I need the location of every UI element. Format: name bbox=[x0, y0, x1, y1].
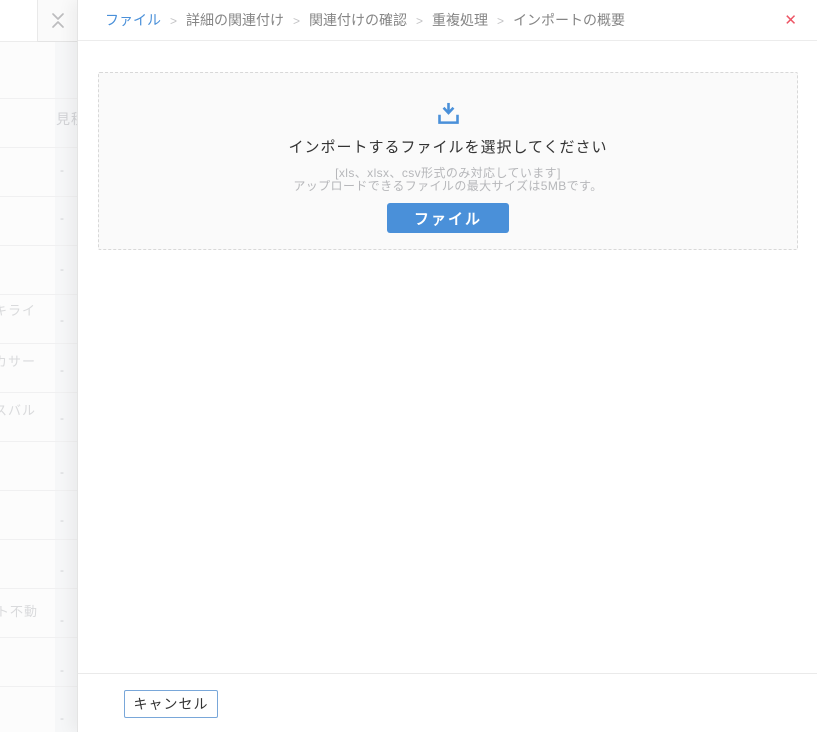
row-divider bbox=[0, 686, 77, 687]
breadcrumb-separator: > bbox=[293, 13, 301, 28]
cancel-button[interactable]: キャンセル bbox=[124, 690, 218, 718]
table-cell-dash: - bbox=[60, 711, 64, 725]
row-divider bbox=[0, 441, 77, 442]
table-cell-dash: - bbox=[60, 465, 64, 479]
collapse-vertical-icon bbox=[51, 13, 64, 28]
breadcrumb-separator: > bbox=[170, 13, 178, 28]
row-divider bbox=[0, 392, 77, 393]
background-table-column bbox=[55, 42, 77, 732]
row-divider bbox=[0, 588, 77, 589]
breadcrumb-step-file[interactable]: ファイル bbox=[105, 10, 161, 30]
file-dropzone[interactable]: インポートするファイルを選択してください [xls、xlsx、csv形式のみ対応… bbox=[98, 72, 798, 250]
close-button[interactable]: ✕ bbox=[782, 11, 799, 30]
row-divider bbox=[0, 196, 77, 197]
table-cell-dash: - bbox=[60, 411, 64, 425]
row-text-fragment: スバル bbox=[0, 403, 37, 418]
table-cell-dash: - bbox=[60, 163, 64, 177]
breadcrumb-separator: > bbox=[416, 13, 424, 28]
breadcrumb: ファイル > 詳細の関連付け > 関連付けの確認 > 重複処理 > インポートの… bbox=[105, 10, 625, 30]
row-divider bbox=[0, 98, 77, 99]
row-text-fragment: カサー bbox=[0, 354, 37, 369]
table-cell-dash: - bbox=[60, 313, 64, 327]
column-header-fragment: 見積 bbox=[56, 111, 77, 127]
panel-header: ファイル > 詳細の関連付け > 関連付けの確認 > 重複処理 > インポートの… bbox=[78, 0, 817, 41]
table-cell-dash: - bbox=[60, 363, 64, 377]
breadcrumb-step-mapping-confirm: 関連付けの確認 bbox=[309, 12, 408, 28]
table-cell-dash: - bbox=[60, 211, 64, 225]
import-panel: ファイル > 詳細の関連付け > 関連付けの確認 > 重複処理 > インポートの… bbox=[77, 0, 817, 732]
breadcrumb-step-detail-mapping: 詳細の関連付け bbox=[186, 12, 285, 28]
row-divider bbox=[0, 490, 77, 491]
row-divider bbox=[0, 294, 77, 295]
download-file-icon bbox=[437, 102, 459, 124]
breadcrumb-separator: > bbox=[497, 13, 505, 28]
row-divider bbox=[0, 147, 77, 148]
row-divider bbox=[0, 637, 77, 638]
table-cell-dash: - bbox=[60, 613, 64, 627]
background-page: 見積 キライ カサー スバル ト不動 - - - - - - - - - - -… bbox=[0, 0, 77, 732]
table-cell-dash: - bbox=[60, 663, 64, 677]
dropzone-size-note: アップロードできるファイルの最大サイズは5MBです。 bbox=[293, 179, 603, 193]
collapse-panel-button[interactable] bbox=[37, 0, 77, 42]
breadcrumb-step-duplicate-handling: 重複処理 bbox=[432, 12, 489, 28]
panel-footer: キャンセル bbox=[78, 673, 817, 732]
row-divider bbox=[0, 539, 77, 540]
row-text-fragment: ト不動 bbox=[0, 604, 39, 619]
file-select-button[interactable]: ファイル bbox=[387, 203, 509, 233]
row-divider bbox=[0, 245, 77, 246]
dropzone-title: インポートするファイルを選択してください bbox=[288, 139, 608, 156]
table-cell-dash: - bbox=[60, 563, 64, 577]
row-divider bbox=[0, 343, 77, 344]
screen: 見積 キライ カサー スバル ト不動 - - - - - - - - - - -… bbox=[0, 0, 817, 732]
table-cell-dash: - bbox=[60, 513, 64, 527]
table-cell-dash: - bbox=[60, 262, 64, 276]
breadcrumb-step-import-summary: インポートの概要 bbox=[513, 12, 626, 28]
row-text-fragment: キライ bbox=[0, 303, 37, 318]
